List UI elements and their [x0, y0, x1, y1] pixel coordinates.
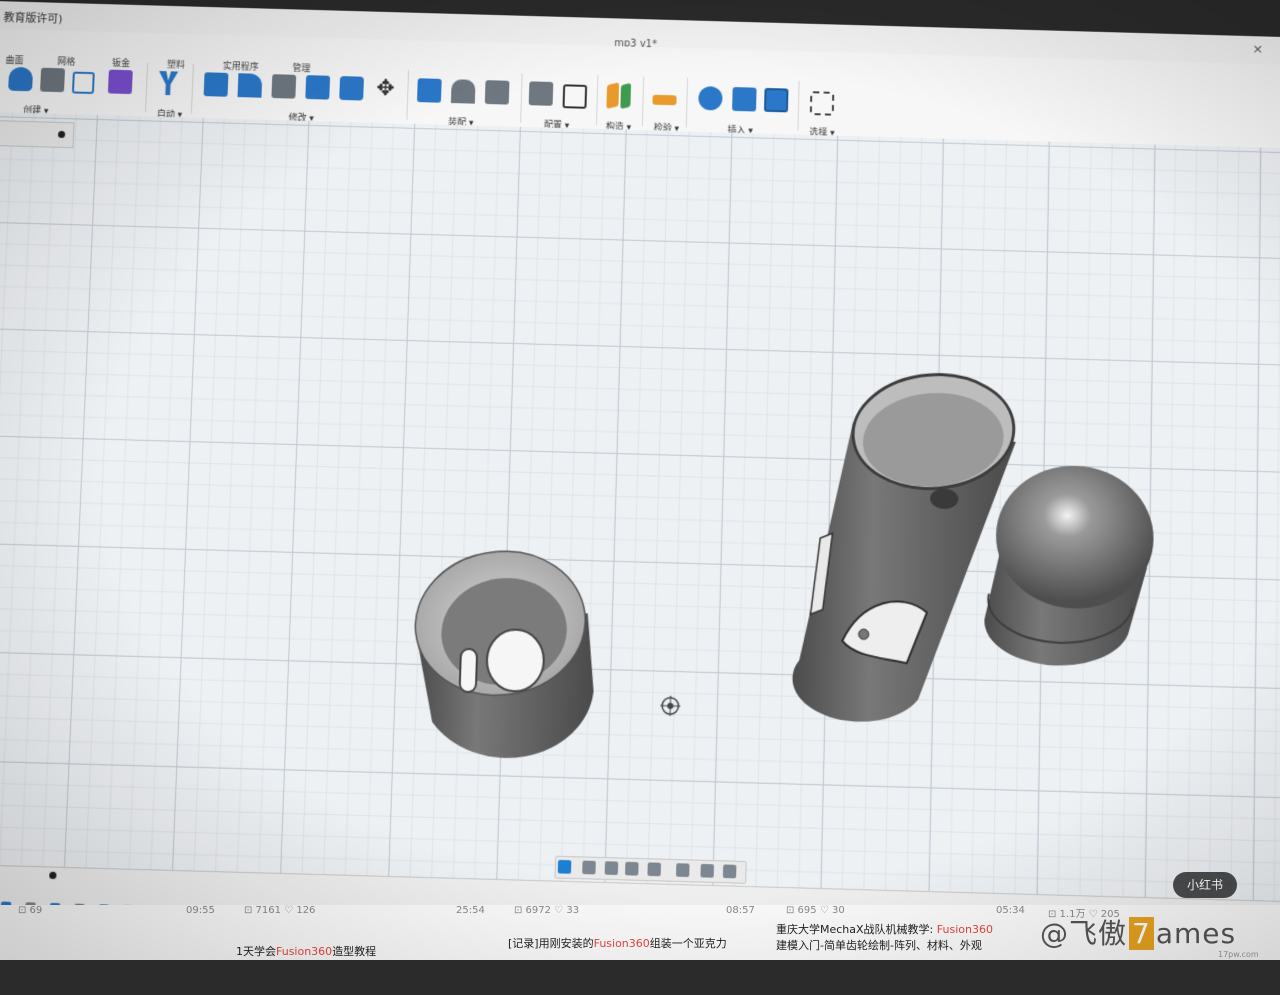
feed-time: 25:54 — [456, 905, 485, 916]
divider — [190, 64, 194, 114]
fit-icon[interactable] — [647, 862, 662, 877]
model-viewport[interactable] — [0, 112, 1280, 901]
offset-plane-icon[interactable] — [606, 82, 620, 109]
caption-highlight: Fusion360 — [593, 937, 650, 950]
divider — [520, 73, 523, 123]
move-icon[interactable]: ✥ — [373, 76, 398, 101]
select-icon[interactable] — [809, 91, 835, 116]
combine-icon[interactable] — [305, 75, 331, 100]
viewports-icon[interactable] — [722, 864, 737, 879]
measure-icon[interactable] — [652, 94, 677, 106]
joint-icon[interactable] — [450, 79, 476, 104]
app-window: 教育版许可) mp3 v1* × 曲面 网格 钣金 塑料 实用程序 管理 创建 … — [0, 0, 1280, 994]
fillet-icon[interactable] — [237, 73, 263, 98]
caption-text: 重庆大学MechaX战队机械教学: — [776, 923, 937, 936]
divider — [144, 62, 149, 113]
box-icon[interactable] — [40, 67, 66, 93]
canvas-image-icon[interactable] — [763, 87, 789, 113]
configure-table-icon[interactable] — [562, 84, 588, 109]
shell-icon[interactable] — [271, 74, 297, 99]
create-form-icon[interactable] — [8, 66, 34, 92]
caption-text: 造型教程 — [332, 945, 377, 958]
feed-meta: ⊡ 695 ♡ 30 — [786, 905, 845, 916]
feed-subcaption: 建模入门-简单齿轮绘制-阵列、材料、外观 — [776, 939, 982, 952]
grid-icon[interactable] — [700, 863, 715, 878]
close-icon[interactable]: × — [1252, 42, 1263, 57]
tab-utilities[interactable]: 实用程序 — [223, 59, 259, 73]
grid-settings-icon[interactable] — [557, 859, 572, 874]
timeline-dot[interactable] — [49, 871, 57, 880]
display-settings-icon[interactable] — [675, 863, 690, 878]
divider — [685, 77, 689, 128]
look-at-icon[interactable] — [582, 860, 596, 875]
feed-meta: ⊡ 7161 ♡ 126 — [244, 905, 316, 916]
as-built-joint-icon[interactable] — [484, 80, 510, 105]
license-label: 教育版许可) — [3, 11, 63, 26]
feed-time: 05:34 — [996, 905, 1025, 916]
insert-mesh-icon[interactable] — [732, 87, 757, 112]
divider — [595, 75, 599, 125]
caption-highlight: Fusion360 — [936, 923, 993, 936]
new-component-icon[interactable] — [416, 78, 442, 103]
ring-large-hole — [486, 629, 545, 692]
feed-caption[interactable]: 1天学会Fusion360造型教程 — [236, 943, 376, 959]
tube-small-hole — [859, 629, 869, 640]
offset-face-icon[interactable] — [339, 76, 364, 101]
automate-icon[interactable] — [156, 71, 181, 95]
tube-part[interactable] — [791, 363, 1021, 727]
divider — [797, 80, 800, 131]
feed-caption[interactable]: [记录]用刚安装的Fusion360组装一个亚克力 — [508, 935, 727, 951]
browser-visibility-dot[interactable] — [57, 130, 66, 139]
tab-mesh[interactable]: 网格 — [57, 54, 76, 67]
dome-cap-part[interactable] — [984, 463, 1155, 669]
caption-text: 组装一个亚克力 — [649, 937, 727, 950]
ring-part[interactable] — [402, 538, 598, 761]
site-watermark: 17pw.com — [1218, 950, 1259, 959]
divider — [641, 76, 645, 127]
caption-highlight: Fusion360 — [276, 945, 333, 958]
divider — [406, 70, 410, 120]
edit-form-icon[interactable] — [71, 71, 95, 95]
watermark-text: ames — [1155, 917, 1237, 950]
modeling-canvas[interactable] — [0, 111, 1280, 902]
ring-slot-hole — [460, 649, 478, 693]
feed-caption[interactable]: 重庆大学MechaX战队机械教学: Fusion360 — [776, 921, 993, 937]
tab-plastic[interactable]: 塑料 — [167, 57, 185, 70]
watermark-text: @飞傲 — [1040, 917, 1128, 950]
caption-text: [记录]用刚安装的 — [508, 937, 594, 950]
plane-icon[interactable] — [620, 82, 632, 110]
pan-icon[interactable] — [604, 861, 619, 876]
tab-sheet-metal[interactable]: 钣金 — [112, 56, 131, 69]
symmetry-icon[interactable] — [107, 69, 133, 95]
tab-surface[interactable]: 曲面 — [5, 53, 24, 66]
zoom-icon[interactable] — [624, 861, 639, 876]
watermark-glyph: 7 — [1129, 917, 1154, 950]
press-pull-icon[interactable] — [203, 72, 229, 97]
xiaohongshu-logo: 小红书 — [1173, 872, 1237, 898]
feed-meta: ⊡ 6972 ♡ 33 — [514, 905, 580, 916]
feed-time: 09:55 — [186, 905, 215, 916]
orbit-cursor-icon — [660, 695, 681, 716]
tab-manage[interactable]: 管理 — [292, 61, 310, 74]
parameters-icon[interactable] — [528, 81, 554, 106]
browser-panel[interactable] — [0, 120, 75, 149]
feed-meta: ⊡ 69 — [18, 905, 43, 916]
caption-text: 1天学会 — [236, 945, 276, 958]
insert-derive-icon[interactable] — [698, 86, 723, 111]
feed-time: 08:57 — [726, 905, 755, 916]
weibo-watermark: @飞傲 7 ames — [1040, 912, 1236, 952]
